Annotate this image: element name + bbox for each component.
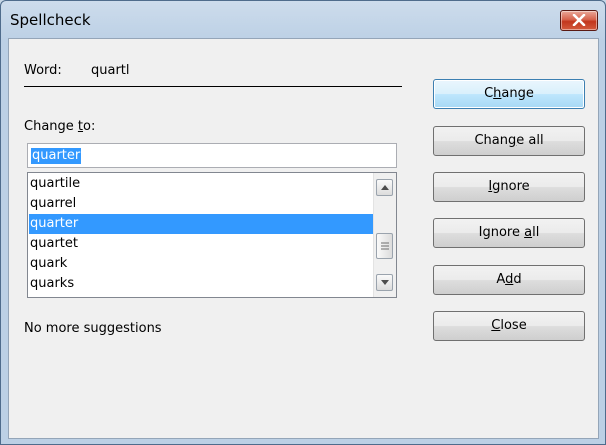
status-text: No more suggestions <box>24 321 162 336</box>
window-title: Spellcheck <box>10 11 91 29</box>
scroll-down-button[interactable] <box>376 274 393 291</box>
ignore-button[interactable]: Ignore <box>433 172 585 202</box>
list-item[interactable]: quartile <box>29 174 373 194</box>
list-item-selected[interactable]: quarter <box>29 214 373 234</box>
close-button[interactable]: Close <box>433 311 585 341</box>
change-all-button[interactable]: Change all <box>433 126 585 156</box>
vertical-scrollbar[interactable] <box>373 173 396 297</box>
list-item[interactable]: quartet <box>29 234 373 254</box>
list-item[interactable]: quarrel <box>29 194 373 214</box>
change-to-label: Change to: <box>24 119 96 134</box>
dialog-body: Word: quartl Change to: quarter quartile… <box>8 38 599 439</box>
word-value: quartl <box>91 63 130 78</box>
scroll-up-button[interactable] <box>376 179 393 196</box>
change-button[interactable]: Change <box>433 79 585 109</box>
spellcheck-window: Spellcheck Word: quartl Change to: quart… <box>0 0 606 445</box>
scroll-thumb[interactable] <box>376 233 393 259</box>
close-icon <box>572 14 586 26</box>
list-item[interactable]: quarks <box>29 274 373 294</box>
arrow-down-icon <box>381 280 389 285</box>
add-button[interactable]: Add <box>433 265 585 295</box>
divider <box>24 86 402 87</box>
change-to-input[interactable]: quarter <box>27 143 397 168</box>
arrow-up-icon <box>381 185 389 190</box>
ignore-all-button[interactable]: Ignore all <box>433 218 585 248</box>
close-window-button[interactable] <box>560 10 598 31</box>
title-bar[interactable]: Spellcheck <box>1 1 605 38</box>
change-to-input-value: quarter <box>31 148 82 164</box>
suggestions-list[interactable]: quartile quarrel quarter quartet quark q… <box>27 172 397 298</box>
list-item[interactable]: quark <box>29 254 373 274</box>
grip-icon <box>381 242 389 250</box>
word-label: Word: <box>24 63 62 78</box>
